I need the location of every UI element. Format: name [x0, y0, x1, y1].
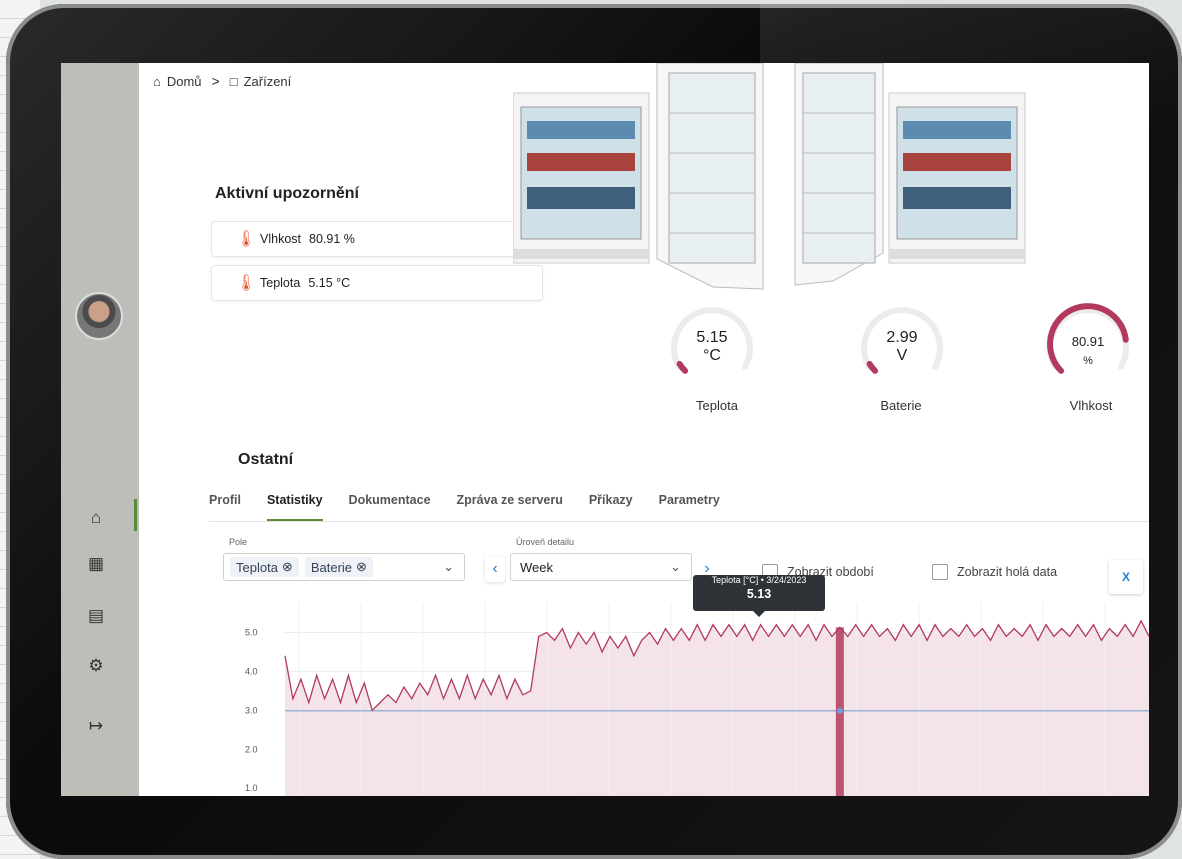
previous-arrow-button[interactable]: ‹	[485, 556, 505, 582]
close-icon[interactable]: ⊗	[356, 559, 367, 575]
tab-documentation[interactable]: Dokumentace	[349, 493, 431, 521]
breadcrumb-home[interactable]: Domů	[167, 74, 202, 89]
gauge-label: Vlhkost	[1069, 398, 1113, 413]
avatar[interactable]	[75, 292, 123, 340]
dashboard-grid-icon[interactable]: ▦	[83, 551, 109, 577]
chevron-down-icon[interactable]: ⌄	[443, 559, 454, 575]
breadcrumb: ⌂ Domů > □ Zařízení	[153, 73, 291, 89]
y-tick-label: 3.0	[245, 705, 258, 715]
tabs-divider	[209, 521, 1149, 522]
thermometer-icon: 🌡	[236, 275, 257, 292]
gauge-number: 80.91	[1071, 334, 1105, 349]
chip-label: Baterie	[310, 559, 353, 575]
gauge-value: 80.91 %	[1043, 333, 1133, 370]
fridge-tall-left	[656, 63, 764, 290]
tab-parameters[interactable]: Parametry	[659, 493, 720, 521]
tab-server-message[interactable]: Zpráva ze serveru	[457, 493, 563, 521]
tooltip-title: Teplota [°C] • 3/24/2023	[711, 575, 807, 585]
gauge-unit: %	[1083, 355, 1093, 367]
statistics-chart: 5.0 4.0 3.0 2.0 1.0	[245, 603, 1149, 796]
hover-point-baterie	[836, 707, 843, 714]
fridge-small-right	[888, 92, 1026, 264]
section-title-other: Ostatní	[238, 451, 294, 468]
y-tick-label: 2.0	[245, 744, 258, 754]
chip-label: Teplota	[236, 559, 278, 575]
fridge-tall-right	[794, 63, 884, 286]
detail-value: Week	[520, 559, 553, 575]
file-icon: □	[229, 73, 238, 89]
fridge-images	[513, 63, 1026, 290]
checkbox-label: Zobrazit holá data	[957, 565, 1058, 579]
chip-battery[interactable]: Baterie ⊗	[304, 557, 373, 577]
detail-select[interactable]: Week ⌄	[510, 553, 692, 581]
alert-label: Teplota	[260, 276, 301, 290]
alert-value: 80.91 %	[309, 232, 355, 246]
tab-bar: Profil Statistiky Dokumentace Zpráva ze …	[209, 493, 720, 521]
alerts-title: Aktivní upozornění	[215, 185, 359, 202]
y-tick-label: 1.0	[245, 783, 258, 793]
chevron-down-icon[interactable]: ⌄	[670, 559, 681, 575]
tab-commands[interactable]: Příkazy	[589, 493, 633, 521]
series-area-teplota	[285, 620, 1149, 796]
gauge-value: 2.99 V	[857, 329, 947, 365]
gauge-unit: °C	[703, 347, 721, 364]
home-icon[interactable]: ⌂	[83, 505, 109, 531]
tooltip-value: 5.13	[746, 587, 772, 601]
field-label: Pole	[229, 537, 248, 547]
gear-icon[interactable]: ⚙	[83, 653, 109, 679]
detail-label: Úroveň detailu	[516, 537, 575, 547]
gauge-label: Baterie	[880, 398, 922, 413]
checkbox-box[interactable]	[932, 564, 948, 580]
alert-card-humidity[interactable]: 🌡 Vlhkost 80.91 %	[211, 221, 543, 257]
gauge-number: 2.99	[886, 329, 918, 346]
gauge-value: 5.15 °C	[667, 329, 757, 365]
thermometer-icon: 🌡	[236, 231, 257, 248]
field-multiselect[interactable]: Teplota ⊗ Baterie ⊗ ⌄	[223, 553, 465, 581]
partial-heading: de	[687, 253, 706, 270]
breadcrumb-separator: >	[211, 73, 220, 89]
tab-profile[interactable]: Profil	[209, 493, 241, 521]
sidebar: ⌂ ▦ ▤ ⚙ ↦	[61, 63, 139, 796]
y-tick-label: 4.0	[245, 666, 258, 676]
excel-export-icon[interactable]: X	[1109, 560, 1143, 594]
home-icon: ⌂	[153, 73, 161, 89]
active-indicator	[134, 499, 137, 531]
chart-tooltip: Teplota [°C] • 3/24/2023 5.13	[693, 575, 825, 617]
alert-card-temperature[interactable]: 🌡 Teplota 5.15 °C	[211, 265, 543, 301]
breadcrumb-current[interactable]: Zařízení	[244, 74, 292, 89]
alert-value: 5.15 °C	[308, 276, 351, 290]
y-tick-label: 5.0	[245, 627, 258, 637]
close-icon[interactable]: ⊗	[282, 559, 293, 575]
checkbox-show-raw[interactable]: Zobrazit holá data	[932, 564, 1057, 580]
gauge-unit: V	[896, 347, 908, 364]
gauge-label: Teplota	[696, 398, 738, 413]
alert-label: Vlhkost	[260, 232, 301, 246]
app-screen: ⌂ ▦ ▤ ⚙ ↦ ⌂ Domů > □ Zařízení Aktivní up…	[61, 63, 1149, 796]
tab-statistics[interactable]: Statistiky	[266, 493, 323, 521]
document-icon[interactable]: ▤	[83, 603, 109, 629]
logout-icon[interactable]: ↦	[83, 713, 109, 739]
chip-temperature[interactable]: Teplota ⊗	[230, 557, 299, 577]
gauge-number: 5.15	[696, 329, 728, 346]
